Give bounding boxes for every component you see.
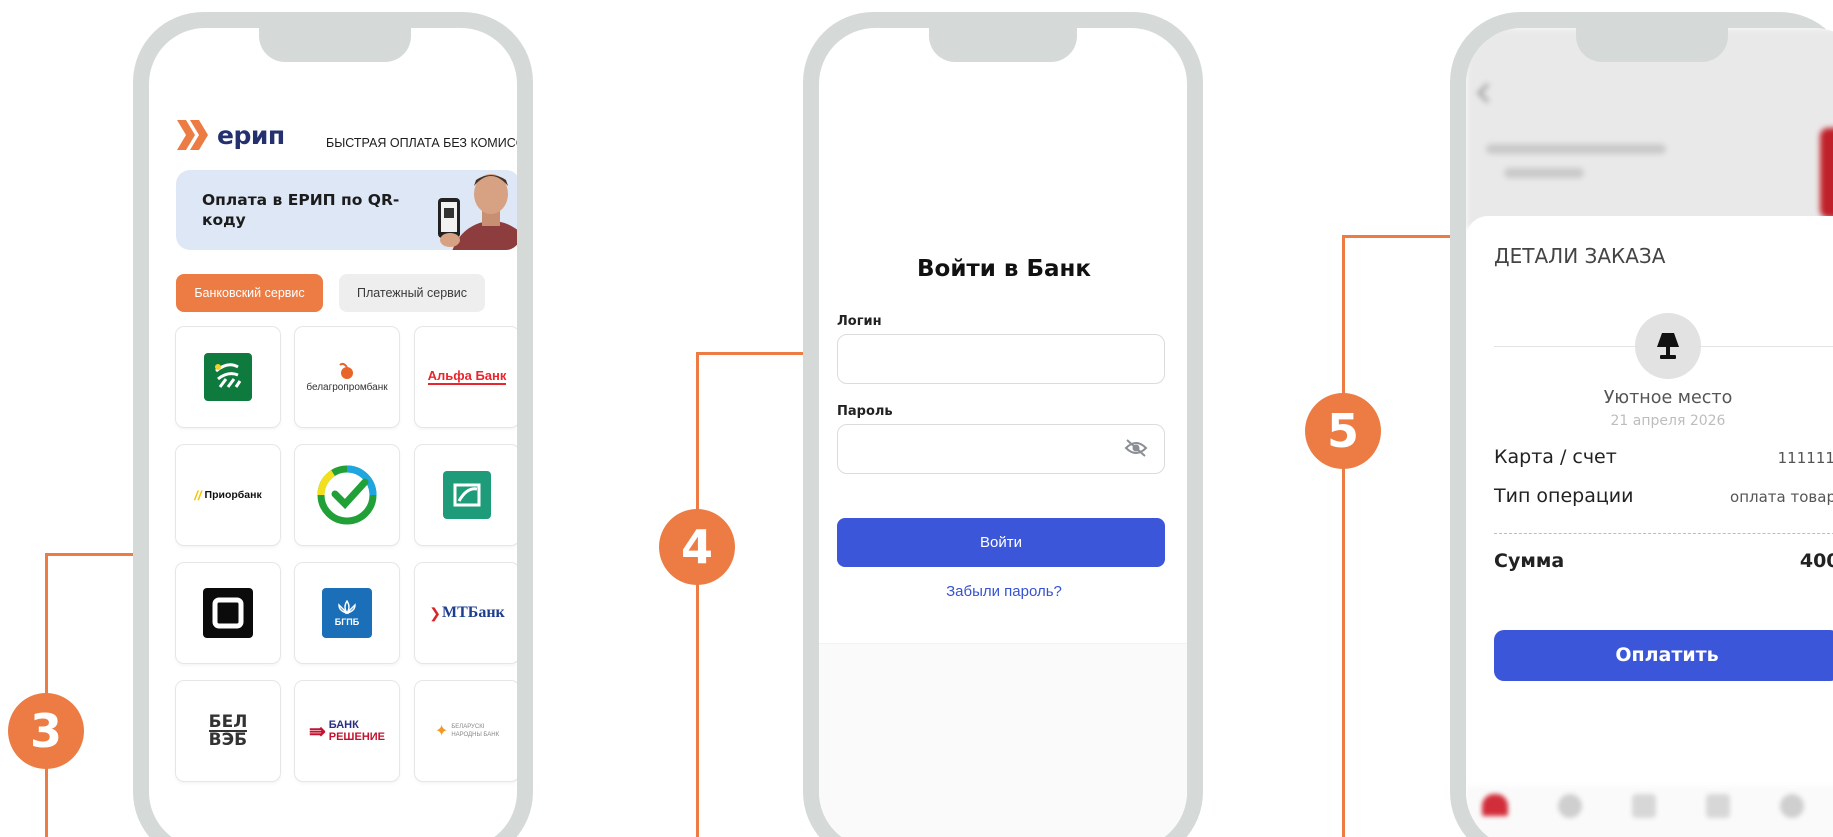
- reshenie-label-top: БАНК: [328, 719, 359, 731]
- history-tab-icon[interactable]: [1558, 794, 1582, 818]
- phone-notch: [1576, 12, 1728, 62]
- order-date: 21 апреля 2026: [1610, 413, 1726, 429]
- reshenie-label-bottom: РЕШЕНИЕ: [328, 731, 386, 743]
- bank-tile-alfabank[interactable]: Альфа Банк: [415, 327, 517, 427]
- login-input[interactable]: [837, 334, 1165, 384]
- lamp-icon: [1657, 333, 1679, 359]
- sberbank-logo-icon: [317, 465, 377, 525]
- erip-logo: ерип: [177, 120, 285, 150]
- qr-banner-text: Оплата в ЕРИП по QR-коду: [202, 191, 400, 229]
- tab-payment-service[interactable]: Платежный сервис: [339, 274, 485, 312]
- login-title: Войти в Банк: [916, 256, 1092, 282]
- erip-logo-icon: [177, 120, 208, 150]
- bank-tile-reshenie[interactable]: ⇛ БАНК РЕШЕНИЕ: [295, 681, 399, 781]
- belagroprombank-logo-icon: [339, 362, 353, 379]
- card-account-value: 11111111: [1777, 449, 1833, 467]
- step-badge-4: 4: [659, 509, 735, 585]
- payments-tab-icon[interactable]: [1632, 794, 1656, 818]
- erip-screen: ерип БЫСТРАЯ ОПЛАТА БЕЗ КОМИССИЙ Оплата …: [149, 28, 517, 837]
- belveb-label-bottom: ВЭБ: [208, 730, 248, 750]
- connector-line-4-arm: [696, 352, 806, 355]
- more-tab-icon[interactable]: [1780, 794, 1804, 818]
- connector-line-5: [1342, 235, 1345, 837]
- order-screen: ДЕТАЛИ ЗАКАЗА Уютное место 21 апреля 202…: [1466, 28, 1833, 837]
- bank-tile-priorbank[interactable]: // Приорбанк: [176, 445, 280, 545]
- bank-tile-bgpb[interactable]: БГПБ: [295, 563, 399, 663]
- password-field-label: Пароль: [837, 404, 893, 419]
- bgpb-lotus-icon: [338, 599, 356, 615]
- login-field-label: Логин: [837, 314, 882, 329]
- login-bottom-area: [819, 643, 1187, 837]
- forgot-password-link[interactable]: Забыли пароль?: [819, 583, 1187, 600]
- card-account-label: Карта / счет: [1494, 446, 1617, 468]
- bank-tile-sberbank[interactable]: [295, 445, 399, 545]
- step-badge-3: 3: [8, 693, 84, 769]
- phone-login: Войти в Банк Логин Пароль Войти Забыли п…: [803, 12, 1203, 837]
- merchant-name: Уютное место: [1603, 388, 1733, 408]
- erip-logo-text: ерип: [217, 120, 285, 150]
- qr-banner[interactable]: Оплата в ЕРИП по QR-коду: [176, 170, 517, 250]
- bnbank-label-top: БЕЛАРУСКІ: [451, 724, 485, 730]
- login-submit-button[interactable]: Войти: [837, 518, 1165, 567]
- merchant-avatar: [1635, 313, 1701, 379]
- dashed-divider: [1494, 533, 1833, 534]
- login-screen: Войти в Банк Логин Пароль Войти Забыли п…: [819, 28, 1187, 837]
- erip-tagline: БЫСТРАЯ ОПЛАТА БЕЗ КОМИССИЙ: [326, 136, 517, 150]
- dabrabyt-logo-icon: [203, 588, 253, 638]
- bnb-logo-icon: [443, 471, 491, 519]
- belveb-logo: БЕЛ ВЭБ: [208, 714, 248, 750]
- tab-bank-service[interactable]: Банковский сервис: [176, 274, 323, 312]
- connector-line-5-arm: [1342, 235, 1452, 238]
- products-tab-icon[interactable]: [1706, 794, 1730, 818]
- reshenie-arrow-icon: ⇛: [308, 720, 326, 743]
- order-details-title: ДЕТАЛИ ЗАКАЗА: [1494, 244, 1666, 268]
- priorbank-mark-icon: //: [194, 487, 202, 503]
- home-tab-icon[interactable]: [1482, 794, 1508, 816]
- reshenie-logo: БАНК РЕШЕНИЕ: [329, 719, 385, 743]
- belarusbank-logo-icon: [204, 353, 252, 401]
- bank-tile-belveb[interactable]: БЕЛ ВЭБ: [176, 681, 280, 781]
- operation-type-label: Тип операции: [1494, 485, 1634, 507]
- sum-label: Сумма: [1494, 550, 1565, 572]
- bnbank-logo: БЕЛАРУСКІ НАРОДНЫ БАНК: [451, 723, 499, 739]
- bank-tile-mtbank[interactable]: ❯ МТБанк: [415, 563, 517, 663]
- phone-order: ДЕТАЛИ ЗАКАЗА Уютное место 21 апреля 202…: [1450, 12, 1833, 837]
- person-with-phone-icon: [438, 174, 517, 250]
- step-badge-5: 5: [1305, 393, 1381, 469]
- belagroprombank-label: белагропромбанк: [306, 381, 388, 393]
- connector-line-3-arm: [45, 553, 135, 556]
- connector-line-4: [696, 352, 699, 837]
- bank-tile-bnbank[interactable]: ✦ БЕЛАРУСКІ НАРОДНЫ БАНК: [415, 681, 517, 781]
- sum-value: 400Ƀ: [1799, 550, 1833, 572]
- bnbank-bird-icon: ✦: [434, 723, 449, 740]
- phone-notch: [259, 12, 411, 62]
- bgpb-label: БГПБ: [334, 617, 360, 627]
- mtbank-wing-icon: ❯: [429, 604, 441, 621]
- eye-off-icon[interactable]: [1124, 438, 1148, 458]
- bgpb-logo: БГПБ: [322, 588, 372, 638]
- bank-tile-belarusbank[interactable]: [176, 327, 280, 427]
- mtbank-label: МТБанк: [441, 604, 505, 621]
- bnbank-label-bottom: НАРОДНЫ БАНК: [451, 732, 500, 738]
- bank-tile-dabrabyt[interactable]: [176, 563, 280, 663]
- priorbank-label: Приорбанк: [204, 489, 262, 501]
- bottom-tab-bar: [1466, 786, 1833, 837]
- bank-tile-bnb[interactable]: [415, 445, 517, 545]
- phone-notch: [929, 12, 1077, 62]
- password-input[interactable]: [837, 424, 1165, 474]
- phone-erip: ерип БЫСТРАЯ ОПЛАТА БЕЗ КОМИССИЙ Оплата …: [133, 12, 533, 837]
- operation-type-value: оплата товаров: [1730, 488, 1833, 506]
- pay-button[interactable]: Оплатить: [1494, 630, 1833, 681]
- bank-tile-belagroprombank[interactable]: белагропромбанк: [295, 327, 399, 427]
- alfabank-label: Альфа Банк: [427, 368, 507, 385]
